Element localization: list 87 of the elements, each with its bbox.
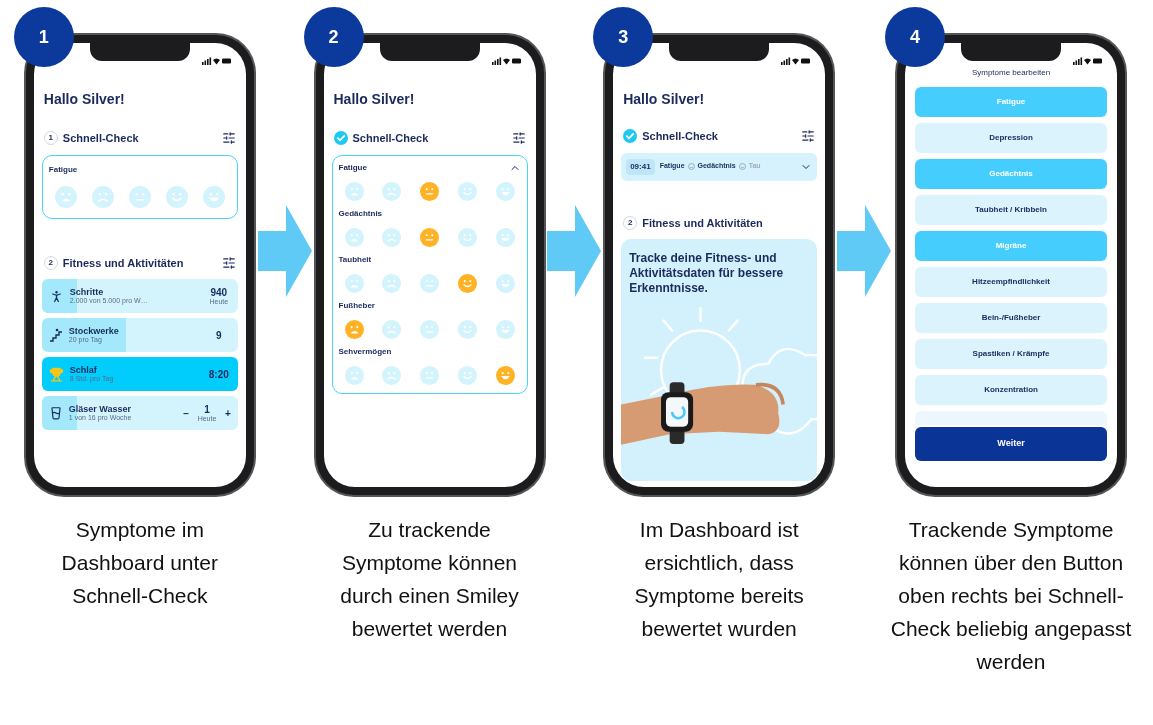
symptom-title: Taubheit [338,253,372,266]
face-icon[interactable] [495,273,515,293]
symptom-option[interactable]: Depression [915,123,1107,153]
check-icon [623,129,638,144]
face-icon[interactable] [457,273,477,293]
symptom-option[interactable]: Konzentration [915,375,1107,405]
face-icon[interactable] [165,185,188,208]
face-icon[interactable] [344,319,364,339]
face-icon[interactable] [382,365,402,385]
symptom-option[interactable]: Spastiken / Krämpfe [915,339,1107,369]
trophy-icon [48,366,64,382]
face-icon[interactable] [457,365,477,385]
step-caption: Symptome im Dashboard unter Schnell-Check [60,517,220,609]
greeting: Hallo Silver! [332,90,416,109]
settings-icon[interactable] [801,129,816,144]
activity-value: 9 [216,329,222,341]
face-icon[interactable] [420,365,439,385]
face-icon[interactable] [495,319,515,339]
greeting: Hallo Silver! [622,90,706,109]
section-title: Fitness und Aktivitäten [62,255,185,271]
face-icon[interactable] [420,181,439,201]
face-icon[interactable] [91,185,114,208]
face-icon[interactable] [344,227,364,247]
symptom-option[interactable]: Taubheit / Kribbeln [915,195,1107,225]
symptom-title: Fatigue [48,163,79,176]
step-caption: Im Dashboard ist ersichtlich, dass Symptome bereits bewertet wurden [633,517,805,642]
face-icon[interactable] [344,181,364,201]
glass-icon [48,406,63,420]
time-chip: 09:41 [626,158,655,175]
face-icon[interactable] [457,319,477,339]
section-title: Schnell-Check [642,129,719,144]
step-badge: 3 [593,7,654,67]
symptom-title: Gedächtnis [338,207,383,220]
face-icon[interactable] [495,227,515,247]
face-icon[interactable] [420,227,439,247]
activity-value: 8:20 [208,368,229,380]
minus-button[interactable]: − [183,405,189,421]
symptom-title: Sehvermögen [338,345,392,358]
face-icon[interactable] [420,319,439,339]
settings-icon[interactable] [221,131,236,146]
continue-button[interactable]: Weiter [915,427,1107,461]
greeting: Hallo Silver! [42,90,126,109]
face-icon[interactable] [128,185,151,208]
step-caption: Trackende Symptome können über den Button oben rechts bei Schnell-Check beliebig angepasst werden [889,517,1133,675]
plus-button[interactable]: + [225,405,231,421]
check-icon [333,131,348,146]
face-icon[interactable] [495,365,515,385]
face-icon[interactable] [54,185,77,208]
status-icons [491,57,522,65]
face-icon[interactable] [382,227,402,247]
face-icon[interactable] [382,181,402,201]
symptom-title: Fußheber [338,299,375,312]
screen-title: Symptome bearbeiten [970,67,1052,79]
activity-value: 1 [204,403,210,415]
status-icons [781,57,812,65]
settings-icon[interactable] [221,255,236,270]
stairs-icon [48,328,63,342]
promo-text: Tracke deine Fitness- und Aktivitätsdaten für bessere Erkenntnisse. [628,250,785,296]
activity-title: Schritte [69,286,105,298]
status-icons [1073,57,1103,65]
step-badge: 4 [885,7,945,67]
status-icons [201,57,232,65]
face-icon[interactable] [457,181,477,201]
face-icon[interactable] [457,227,477,247]
section-title: Schnell-Check [352,131,430,146]
section-title: Schnell-Check [62,131,140,146]
activity-title: Stockwerke [68,325,120,337]
symptom-option[interactable]: Bein-/Fußheber [915,303,1107,333]
activity-title: Gläser Wasser [68,403,133,415]
section-title: Fitness und Aktivitäten [642,215,764,231]
face-icon[interactable] [344,273,364,293]
face-icon[interactable] [202,185,225,208]
settings-icon[interactable] [511,131,526,146]
face-icon [687,163,695,170]
face-icon[interactable] [420,273,439,293]
activity-value: 940 [210,286,228,298]
symptom-title: Fatigue [338,161,367,174]
face-icon[interactable] [495,181,515,201]
activity-title: Schlaf [69,364,98,376]
face-icon[interactable] [344,365,364,385]
step-badge: 1 [13,7,74,67]
face-icon[interactable] [382,319,402,339]
step-caption: Zu trackende Symptome können durch einen Smiley bewertet werden [339,517,520,642]
face-icon [738,163,746,170]
symptom-option[interactable]: Hitzeempfindlichkeit [915,267,1107,297]
face-icon[interactable] [382,273,402,293]
step-badge: 2 [303,7,364,67]
